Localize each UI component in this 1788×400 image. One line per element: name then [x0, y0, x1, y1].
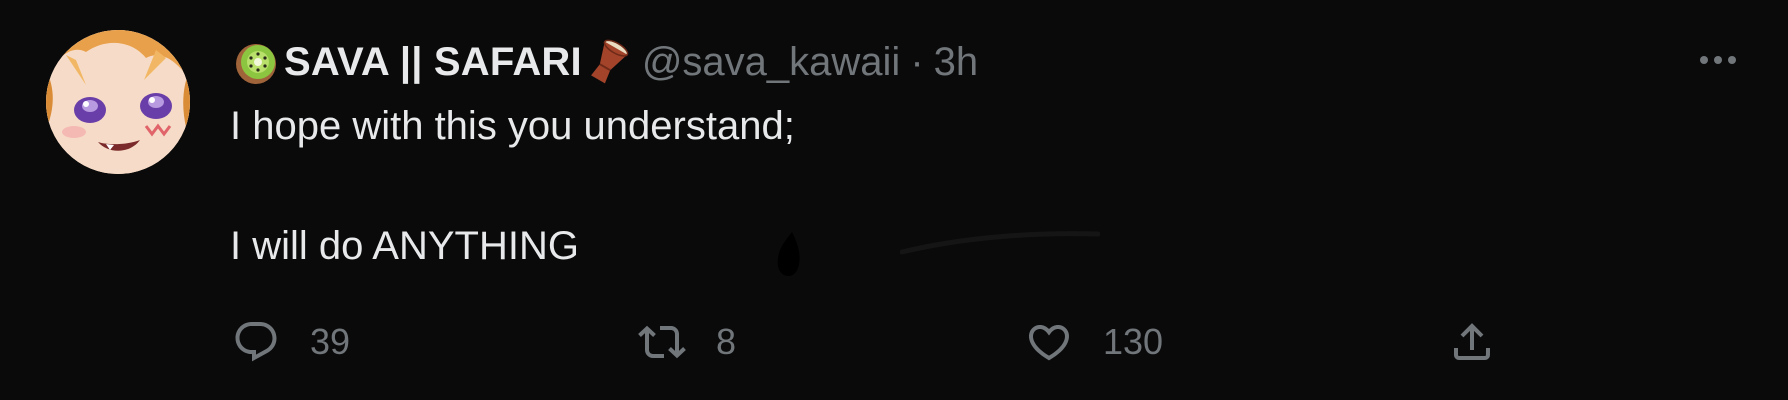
- separator-dot: ·: [910, 39, 924, 84]
- tweet-text-line: I hope with this you understand;: [230, 104, 795, 148]
- reply-count: 39: [310, 321, 351, 362]
- display-name[interactable]: SAVA || SAFARI: [284, 40, 582, 85]
- retweet-count: 8: [716, 321, 737, 362]
- tweet-text: I hope with this you understand; I will …: [230, 96, 795, 276]
- timestamp[interactable]: 3h: [934, 40, 979, 85]
- share-button[interactable]: [1448, 312, 1496, 372]
- reply-button[interactable]: 39: [232, 312, 350, 372]
- like-count: 130: [1103, 321, 1164, 362]
- avatar-image: [46, 30, 190, 174]
- smudge-mark: [900, 231, 1100, 255]
- drum-icon: [584, 38, 632, 86]
- tweet-actions: 39 8 130: [0, 312, 1788, 372]
- avatar[interactable]: [46, 30, 190, 174]
- share-icon: [1454, 323, 1490, 360]
- retweet-icon: [638, 325, 686, 359]
- retweet-button[interactable]: 8: [638, 312, 736, 372]
- kiwi-icon: [232, 38, 280, 86]
- more-horizontal-icon: [1700, 56, 1708, 64]
- reply-icon: [235, 322, 277, 362]
- author-handle[interactable]: @sava_kawaii: [642, 40, 901, 85]
- heart-icon: [1028, 325, 1070, 361]
- tweet-text-line: I will do ANYTHING: [230, 224, 579, 268]
- smudge-mark: [777, 232, 800, 277]
- tweet-header: SAVA || SAFARI @sava_kawaii · 3h: [232, 32, 978, 92]
- more-button[interactable]: [1690, 40, 1746, 80]
- like-button[interactable]: 130: [1025, 312, 1163, 372]
- tweet[interactable]: SAVA || SAFARI @sava_kawaii · 3h I hope …: [0, 0, 1788, 400]
